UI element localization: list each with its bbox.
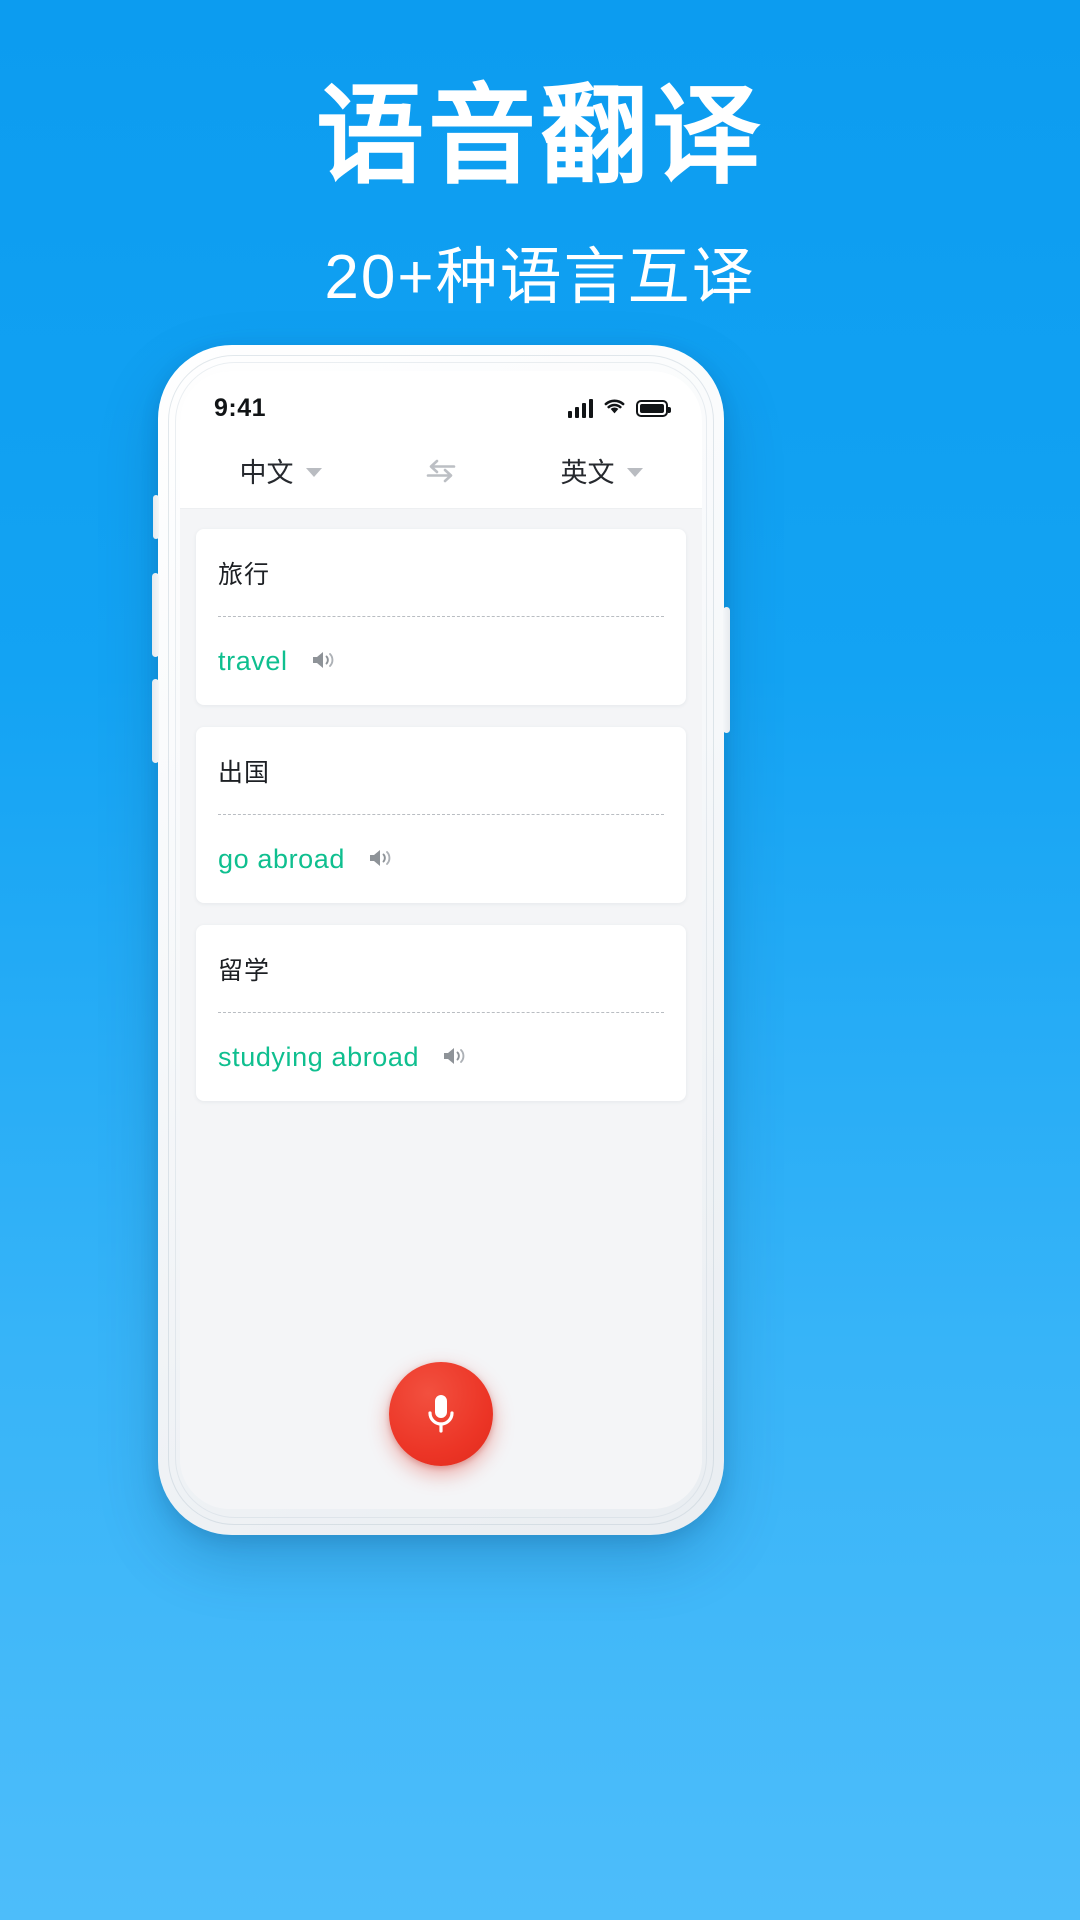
chevron-down-icon [305,467,322,477]
headline-block: 语音翻译 20+种语言互译 [0,72,1080,316]
phone-screen: 9:41 中文 英文 旅行 travel 出国 go abroad 留学 stu… [180,371,702,1509]
source-text: 留学 [218,956,271,985]
card-source-row: 出国 [218,727,664,815]
translation-card-list: 旅行 travel 出国 go abroad 留学 studying abroa… [180,509,702,1319]
translation-card[interactable]: 留学 studying abroad [196,925,686,1101]
source-text: 旅行 [218,560,271,589]
record-voice-button[interactable] [389,1362,493,1466]
translation-card[interactable]: 出国 go abroad [196,727,686,903]
card-target-row: go abroad [218,815,664,903]
battery-full-icon [636,399,671,417]
status-bar: 9:41 [180,371,702,433]
card-target-row: studying abroad [218,1013,664,1101]
swap-arrows-icon [424,458,458,484]
promo-banner: 语音翻译 20+种语言互译 9:41 中文 英文 旅行 travel 出国 go… [0,0,1080,1920]
source-language-selector[interactable]: 中文 [180,451,381,490]
card-source-row: 留学 [218,925,664,1013]
mic-button-area [180,1319,702,1509]
power-button[interactable] [723,607,730,733]
target-text: go abroad [218,843,346,874]
translation-card[interactable]: 旅行 travel [196,529,686,705]
source-language-label: 中文 [239,458,294,488]
target-text: travel [218,645,288,676]
volume-up-button[interactable] [152,573,159,657]
target-language-selector[interactable]: 英文 [501,451,702,490]
chevron-down-icon [626,467,643,477]
source-text: 出国 [218,758,271,787]
phone-mockup: 9:41 中文 英文 旅行 travel 出国 go abroad 留学 stu… [152,345,730,1535]
speaker-icon[interactable] [441,1045,467,1072]
card-source-row: 旅行 [218,529,664,617]
target-language-label: 英文 [560,458,615,488]
swap-languages-button[interactable] [381,458,501,484]
card-target-row: travel [218,617,664,705]
wifi-icon [602,396,627,420]
microphone-icon [421,1389,461,1439]
page-subtitle: 20+种语言互译 [324,243,756,313]
language-selector-bar: 中文 英文 [180,433,702,509]
target-text: studying abroad [218,1041,420,1072]
status-icons [568,396,671,420]
speaker-icon[interactable] [310,649,336,676]
silent-switch[interactable] [153,495,159,539]
signal-bars-icon [568,398,593,418]
page-title: 语音翻译 [315,75,764,196]
volume-down-button[interactable] [152,679,159,763]
speaker-icon[interactable] [367,847,393,874]
status-time: 9:41 [214,393,267,422]
